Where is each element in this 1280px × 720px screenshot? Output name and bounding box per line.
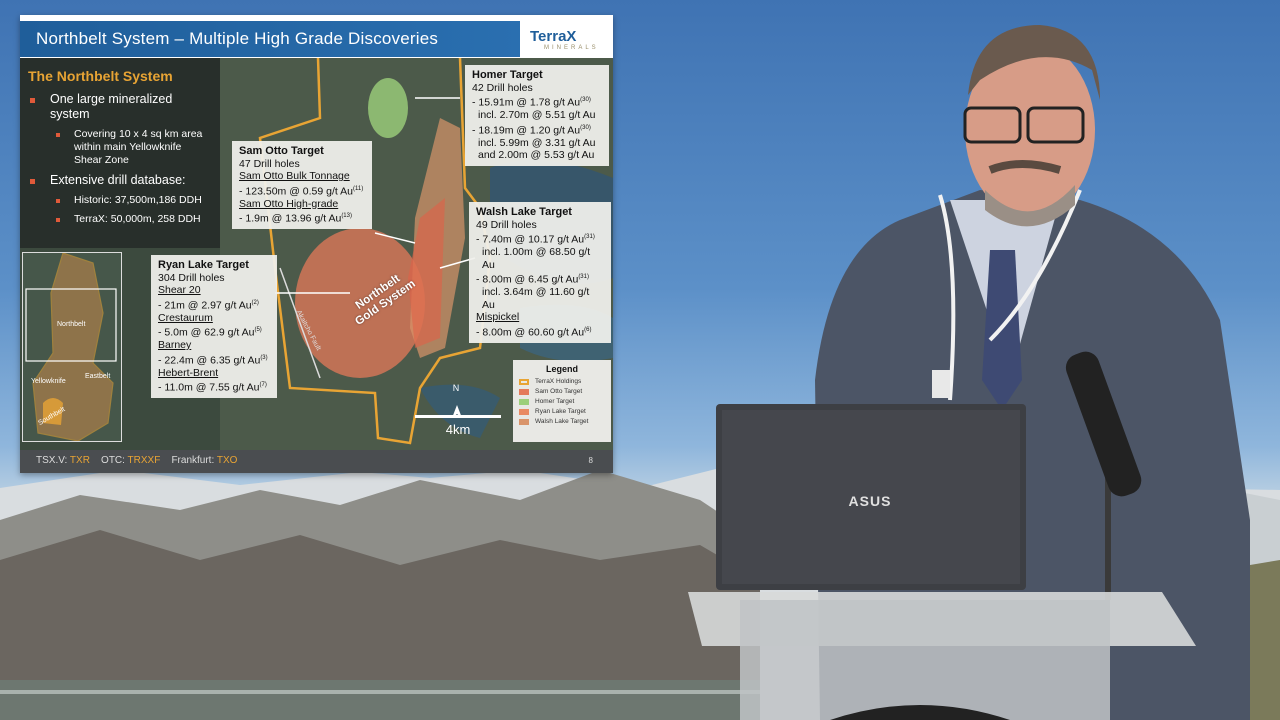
callout-title: Homer Target xyxy=(472,69,543,81)
footer-frankfurt-label: Frankfurt: xyxy=(171,455,215,466)
footer-otc-label: OTC: xyxy=(101,455,125,466)
slide-page-number: 8 xyxy=(588,456,593,465)
callout-line: incl. 5.99m @ 3.31 g/t Au xyxy=(478,136,596,149)
legend-item: Walsh Lake Target xyxy=(519,418,605,425)
summary-subitem: TerraX: 50,000m, 258 DDH xyxy=(28,213,212,226)
legend-swatch xyxy=(519,408,529,415)
legend-swatch xyxy=(519,388,529,395)
callout-line: - 1.9m @ 13.96 g/t Au(13) xyxy=(239,212,352,225)
legend-swatch xyxy=(519,398,529,405)
northbelt-summary-panel: The Northbelt System One large mineraliz… xyxy=(20,58,220,248)
inset-label-yellowknife: Yellowknife xyxy=(31,378,66,385)
callout-line: - 5.0m @ 62.9 g/t Au(5) xyxy=(158,326,262,339)
presentation-slide: Northbelt System – Multiple High Grade D… xyxy=(20,15,613,473)
ryan-lake-target-callout: Ryan Lake Target 304 Drill holes Shear 2… xyxy=(151,255,277,398)
summary-list: One large mineralized system Covering 10… xyxy=(28,92,212,226)
footer-tsx-ticker: TXR xyxy=(69,455,90,466)
callout-line: Barney xyxy=(158,339,192,351)
callout-title: Ryan Lake Target xyxy=(158,259,249,271)
footer-frankfurt-ticker: TXO xyxy=(216,455,238,466)
brand-sub: MINERALS xyxy=(544,45,599,51)
legend-swatch xyxy=(519,418,529,425)
legend-title: Legend xyxy=(545,364,578,374)
homer-zone xyxy=(368,78,408,138)
callout-line: and 2.00m @ 5.53 g/t Au xyxy=(478,149,595,161)
scale-bar-label: 4km xyxy=(445,422,471,437)
summary-title: The Northbelt System xyxy=(28,68,173,84)
callout-line: incl. 3.64m @ 11.60 g/t Au xyxy=(482,286,590,311)
callout-line: 42 Drill holes xyxy=(472,81,533,94)
footer-tsx-label: TSX.V: xyxy=(36,455,68,466)
callout-line: incl. 1.00m @ 68.50 g/t Au xyxy=(482,246,591,271)
footer-otc-ticker: TRXXF xyxy=(127,455,161,466)
walsh-lake-target-callout: Walsh Lake Target 49 Drill holes - 7.40m… xyxy=(469,202,611,343)
scale-bar: 4km xyxy=(415,415,501,437)
callout-line: Sam Otto Bulk Tonnage xyxy=(239,170,350,182)
callout-line: - 21m @ 2.97 g/t Au(2) xyxy=(158,299,259,311)
summary-subitem: Covering 10 x 4 sq km area within main Y… xyxy=(28,128,212,167)
callout-title: Walsh Lake Target xyxy=(476,206,572,218)
callout-line: - 123.50m @ 0.59 g/t Au(11) xyxy=(239,185,364,197)
callout-line: Hebert-Brent xyxy=(158,366,219,379)
callout-line: - 7.40m @ 10.17 g/t Au(31) xyxy=(476,233,595,246)
podium xyxy=(740,600,1110,720)
legend-swatch xyxy=(519,378,529,385)
inset-map-graphic xyxy=(23,252,121,442)
summary-item: One large mineralized system xyxy=(28,92,212,122)
callout-line: 304 Drill holes xyxy=(158,271,225,284)
callout-line: - 18.19m @ 1.20 g/t Au(30) xyxy=(472,124,591,136)
terrax-logo: TerraX MINERALS xyxy=(530,24,610,54)
callout-line: Mispickel xyxy=(476,311,520,323)
callout-line: 47 Drill holes xyxy=(239,157,300,170)
slide-title: Northbelt System – Multiple High Grade D… xyxy=(36,29,439,48)
callout-line: Sam Otto High-grade xyxy=(239,197,339,210)
slide-footer: TSX.V: TXR OTC: TRXXF Frankfurt: TXO 8 xyxy=(20,450,613,473)
legend-item: Ryan Lake Target xyxy=(519,408,605,415)
summary-subitem: Historic: 37,500m,186 DDH xyxy=(28,194,212,207)
callout-line: - 22.4m @ 6.35 g/t Au(3) xyxy=(158,354,268,366)
brand-name: TerraX xyxy=(530,28,577,45)
callout-line: - 15.91m @ 1.78 g/t Au(30) xyxy=(472,96,591,109)
scale-bar-line xyxy=(415,415,501,418)
callout-line: - 11.0m @ 7.55 g/t Au(7) xyxy=(158,381,267,394)
callout-line: incl. 2.70m @ 5.51 g/t Au xyxy=(478,109,596,121)
homer-target-callout: Homer Target 42 Drill holes - 15.91m @ 1… xyxy=(465,65,609,166)
slide-header: Northbelt System – Multiple High Grade D… xyxy=(20,15,613,58)
sam-otto-target-callout: Sam Otto Target 47 Drill holes Sam Otto … xyxy=(232,141,372,229)
legend-item: Homer Target xyxy=(519,398,605,405)
legend-item: TerraX Holdings xyxy=(519,378,605,385)
callout-line: Crestaurum xyxy=(158,311,213,324)
inset-label-northbelt: Northbelt xyxy=(57,321,86,328)
callout-line: 49 Drill holes xyxy=(476,218,537,231)
legend-item: Sam Otto Target xyxy=(519,388,605,395)
summary-item: Extensive drill database: xyxy=(28,173,212,188)
north-arrow-label: N xyxy=(452,383,460,393)
laptop-brand: ASUS xyxy=(849,493,892,509)
callout-line: Shear 20 xyxy=(158,284,201,296)
callout-line: - 8.00m @ 6.45 g/t Au(31) xyxy=(476,273,589,286)
inset-location-map: Northbelt Yellowknife Eastbelt Southbelt xyxy=(22,252,122,442)
inset-label-eastbelt: Eastbelt xyxy=(85,373,111,380)
map-legend: Legend TerraX Holdings Sam Otto Target H… xyxy=(513,360,611,442)
callout-line: - 8.00m @ 60.60 g/t Au(6) xyxy=(476,326,592,338)
callout-title: Sam Otto Target xyxy=(239,145,324,157)
